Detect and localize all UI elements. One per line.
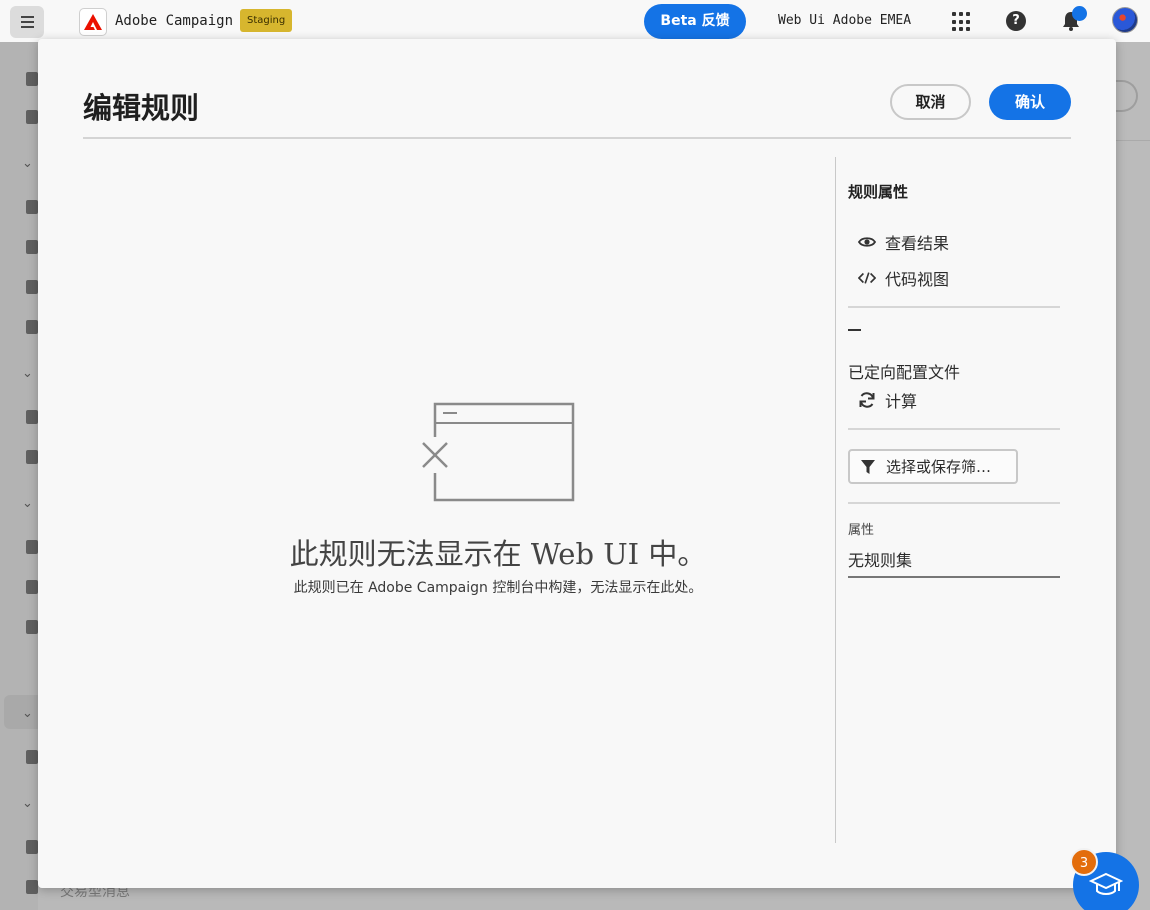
- dialog-title: 编辑规则: [83, 91, 200, 125]
- confirm-button[interactable]: 确认: [989, 84, 1071, 120]
- view-results-button[interactable]: 查看结果: [858, 231, 949, 253]
- edit-rule-dialog: 编辑规则 取消 确认 此规则无法显示在 Web UI 中。 此规则已在 Adob…: [38, 39, 1116, 888]
- compute-button[interactable]: 计算: [858, 389, 917, 411]
- app-name[interactable]: Adobe Campaign: [115, 13, 233, 29]
- broken-window-icon: [418, 402, 575, 502]
- code-icon: [858, 269, 876, 287]
- targeting-dimension: 已定向配置文件: [848, 363, 961, 382]
- cancel-button[interactable]: 取消: [890, 84, 971, 120]
- compute-label: 计算: [885, 392, 918, 411]
- graduation-cap-icon: [1089, 872, 1123, 895]
- code-view-button[interactable]: 代码视图: [858, 267, 949, 289]
- avatar[interactable]: [1112, 7, 1138, 33]
- org-switcher[interactable]: Web Ui Adobe EMEA: [778, 13, 911, 28]
- panel-divider: [835, 157, 836, 843]
- select-save-filter-button[interactable]: 选择或保存筛…: [848, 449, 1018, 484]
- top-app-bar: Adobe Campaign Staging Beta 反馈 Web Ui Ad…: [0, 0, 1150, 42]
- view-results-label: 查看结果: [885, 234, 950, 253]
- notification-dot: [1072, 6, 1087, 21]
- panel-heading: 规则属性: [848, 183, 909, 201]
- count-value: [848, 329, 861, 331]
- empty-state-title: 此规则无法显示在 Web UI 中。: [289, 537, 707, 571]
- property-field-underline: [848, 576, 1060, 578]
- help-icon[interactable]: ?: [1006, 11, 1026, 31]
- filter-icon: [860, 459, 876, 475]
- menu-icon[interactable]: [10, 6, 44, 38]
- refresh-icon: [858, 391, 876, 409]
- filter-button-label: 选择或保存筛…: [886, 458, 992, 476]
- notification-count-badge: 3: [1070, 848, 1098, 876]
- panel-divider: [848, 502, 1060, 504]
- beta-feedback-button[interactable]: Beta 反馈: [644, 4, 746, 39]
- panel-divider: [848, 428, 1060, 430]
- empty-state-subtitle: 此规则已在 Adobe Campaign 控制台中构建，无法显示在此处。: [293, 580, 703, 596]
- adobe-logo-icon[interactable]: [79, 8, 107, 36]
- code-view-label: 代码视图: [885, 270, 950, 289]
- header-divider: [83, 137, 1071, 139]
- property-value[interactable]: 无规则集: [848, 547, 912, 571]
- apps-grid-icon[interactable]: [952, 12, 972, 32]
- property-label: 属性: [848, 523, 875, 538]
- environment-badge: Staging: [240, 9, 293, 32]
- panel-divider: [848, 306, 1060, 308]
- eye-icon: [858, 233, 876, 251]
